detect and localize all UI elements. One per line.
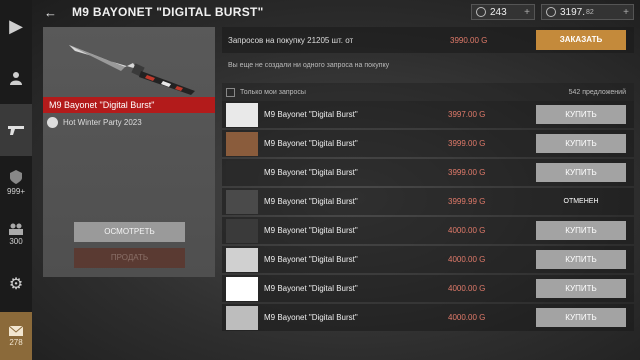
buy-button[interactable]: КУПИТЬ: [536, 221, 626, 240]
offer-name: M9 Bayonet "Digital Burst": [264, 255, 358, 264]
mail-count: 278: [9, 337, 23, 347]
table-row: M9 Bayonet "Digital Burst" 3999.00 G КУПИТ…: [222, 130, 634, 157]
page-title: M9 BAYONET "DIGITAL BURST": [72, 5, 264, 19]
rank-badge[interactable]: 999+: [0, 156, 32, 208]
offer-price: 3999.99 G: [448, 197, 486, 206]
offer-price: 4000.00 G: [448, 284, 486, 293]
offers-list: M9 Bayonet "Digital Burst" 3997.00 G КУПИТ…: [222, 101, 634, 331]
requests-price: 3990.00 G: [450, 35, 488, 45]
currency-gold[interactable]: 3197. 82 +: [541, 4, 634, 20]
currency-silver-value: 243: [490, 6, 507, 18]
buy-requests-bar: Запросов на покупку 21205 шт. от 3990.00…: [222, 27, 634, 53]
offers-count: 542 предложений: [568, 88, 626, 96]
seller-avatar[interactable]: [226, 305, 258, 330]
seller-avatar[interactable]: [226, 189, 258, 214]
offer-price: 3997.00 G: [448, 110, 486, 119]
table-row: M9 Bayonet "Digital Burst" 4000.00 G КУПИТ…: [222, 275, 634, 302]
collection-icon: [47, 117, 58, 128]
table-row: M9 Bayonet "Digital Burst" 4000.00 G КУПИТ…: [222, 217, 634, 244]
gear-icon[interactable]: ⚙: [0, 260, 32, 308]
play-icon[interactable]: ▶: [0, 0, 32, 52]
filter-row: Только мои запросы 542 предложений: [222, 83, 634, 101]
buy-button[interactable]: КУПИТЬ: [536, 105, 626, 124]
inspect-button[interactable]: ОСМОТРЕТЬ: [74, 222, 185, 242]
weapon-icon[interactable]: [0, 104, 32, 156]
currency-silver[interactable]: 243 +: [471, 4, 535, 20]
offer-price: 3999.00 G: [448, 168, 486, 177]
buy-button[interactable]: КУПИТЬ: [536, 134, 626, 153]
seller-avatar[interactable]: [226, 102, 258, 127]
requests-summary: Запросов на покупку 21205 шт. от: [228, 35, 354, 45]
currency-gold-value: 3197.: [560, 6, 586, 18]
offer-name: M9 Bayonet "Digital Burst": [264, 197, 358, 206]
offer-name: M9 Bayonet "Digital Burst": [264, 313, 358, 322]
clan-count: 300: [9, 236, 23, 246]
no-requests-text: Вы еще не создали ни одного запроса на п…: [228, 62, 390, 69]
seller-avatar[interactable]: [226, 160, 258, 185]
offer-name: M9 Bayonet "Digital Burst": [264, 284, 358, 293]
seller-avatar[interactable]: [226, 276, 258, 301]
market-panel: Запросов на покупку 21205 шт. от 3990.00…: [222, 27, 634, 360]
seller-avatar[interactable]: [226, 218, 258, 243]
offer-name: M9 Bayonet "Digital Burst": [264, 168, 358, 177]
rank-count: 999+: [6, 186, 26, 196]
table-row: M9 Bayonet "Digital Burst" 4000.00 G КУПИТ…: [222, 304, 634, 331]
profile-icon[interactable]: [0, 52, 32, 104]
table-row: M9 Bayonet "Digital Burst" 3997.00 G КУПИТ…: [222, 101, 634, 128]
buy-button[interactable]: КУПИТЬ: [536, 250, 626, 269]
offer-price: 4000.00 G: [448, 313, 486, 322]
sell-button[interactable]: ПРОДАТЬ: [74, 248, 185, 268]
collection-name: Hot Winter Party 2023: [63, 118, 142, 127]
buy-button[interactable]: КУПИТЬ: [536, 308, 626, 327]
gold-coin-icon: [546, 7, 556, 17]
clan-badge[interactable]: 300: [0, 208, 32, 260]
order-button[interactable]: ЗАКАЗАТЬ: [536, 30, 626, 50]
currency-gold-decimals: 82: [586, 8, 594, 16]
offer-name: M9 Bayonet "Digital Burst": [264, 139, 358, 148]
cancelled-status: ОТМЕНЕН: [563, 198, 599, 205]
offer-price: 4000.00 G: [448, 255, 486, 264]
plus-icon[interactable]: +: [524, 7, 530, 18]
coin-icon: [476, 7, 486, 17]
shield-icon: [10, 169, 22, 184]
collection-label: Hot Winter Party 2023: [47, 117, 142, 128]
plus-icon[interactable]: +: [623, 7, 629, 18]
my-requests-label: Только мои запросы: [240, 88, 306, 96]
group-icon: [9, 223, 23, 235]
mail-button[interactable]: 278: [0, 312, 32, 360]
knife-image: [69, 45, 195, 95]
seller-avatar[interactable]: [226, 247, 258, 272]
item-panel: M9 Bayonet "Digital Burst" Hot Winter Pa…: [43, 27, 215, 277]
offer-price: 3999.00 G: [448, 139, 486, 148]
offer-price: 4000.00 G: [448, 226, 486, 235]
offer-name: M9 Bayonet "Digital Burst": [264, 110, 358, 119]
item-name: M9 Bayonet "Digital Burst": [43, 97, 215, 113]
arrow-left-icon[interactable]: ←: [44, 5, 64, 20]
buy-button[interactable]: КУПИТЬ: [536, 163, 626, 182]
table-row: M9 Bayonet "Digital Burst" 3999.00 G КУПИТ…: [222, 159, 634, 186]
table-row: M9 Bayonet "Digital Burst" 4000.00 G КУПИТ…: [222, 246, 634, 273]
mail-icon: [9, 325, 23, 336]
sidebar: ▶ 999+ 300 ⚙ 278: [0, 0, 32, 360]
offer-name: M9 Bayonet "Digital Burst": [264, 226, 358, 235]
seller-avatar[interactable]: [226, 131, 258, 156]
buy-button[interactable]: КУПИТЬ: [536, 279, 626, 298]
table-row: M9 Bayonet "Digital Burst" 3999.99 G ОТМЕН…: [222, 188, 634, 215]
my-requests-checkbox[interactable]: [226, 87, 235, 97]
